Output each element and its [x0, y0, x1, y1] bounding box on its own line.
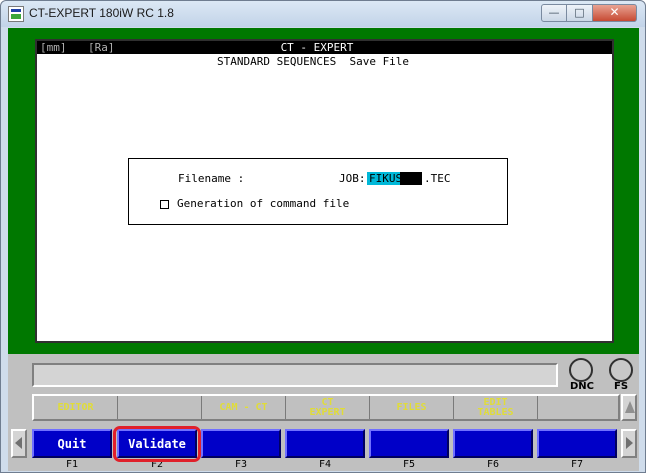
f3-key-label: F3: [234, 459, 248, 470]
softkey-ct-expert[interactable]: CT EXPERT: [286, 396, 370, 419]
cnc-screen: [mm] [Ra] CT - EXPERT STANDARD SEQUENCES…: [35, 39, 614, 343]
command-file-label: Generation of command file: [177, 197, 350, 210]
save-file-dialog: Filename : JOB: FIKUS .TEC Generation of…: [128, 158, 508, 225]
window-title: CT-EXPERT 180iW RC 1.8: [29, 6, 174, 20]
softkey-cam-ct[interactable]: CAM - CT: [202, 396, 286, 419]
command-file-checkbox[interactable]: [160, 200, 169, 209]
fs-indicator-icon: [609, 358, 633, 382]
maximize-button[interactable]: □: [567, 4, 593, 22]
app-icon: [8, 6, 24, 22]
minimize-button[interactable]: —: [541, 4, 567, 22]
close-button[interactable]: ✕: [593, 4, 637, 22]
app-window: CT-EXPERT 180iW RC 1.8 — □ ✕ [mm] [Ra] C…: [0, 0, 646, 473]
filename-extension: .TEC: [424, 172, 451, 185]
message-bar: [32, 363, 558, 387]
softkey-editor[interactable]: EDITOR: [34, 396, 118, 419]
f6-key-label: F6: [486, 459, 500, 470]
f3-button[interactable]: [201, 429, 281, 458]
softkey-empty-7[interactable]: [538, 396, 618, 419]
f7-key-label: F7: [570, 459, 584, 470]
fs-label: FS: [614, 381, 629, 392]
filename-value: FIKUS: [367, 172, 403, 185]
unit-mm-label: [mm]: [40, 41, 67, 54]
text-cursor: [406, 173, 420, 184]
title-bar[interactable]: CT-EXPERT 180iW RC 1.8 — □ ✕: [1, 1, 645, 27]
screen-frame: [mm] [Ra] CT - EXPERT STANDARD SEQUENCES…: [8, 28, 639, 354]
f7-button[interactable]: [537, 429, 617, 458]
arrow-up-icon[interactable]: [621, 394, 637, 421]
softkey-row: EDITOR CAM - CT CT EXPERT FILES EDIT TABLE…: [32, 394, 620, 421]
app-name-label: CT - EXPERT: [280, 41, 354, 54]
filename-input[interactable]: FIKUS: [367, 172, 422, 185]
f5-key-label: F5: [402, 459, 416, 470]
softkey-files[interactable]: FILES: [370, 396, 454, 419]
f4-key-label: F4: [318, 459, 332, 470]
client-area: [mm] [Ra] CT - EXPERT STANDARD SEQUENCES…: [8, 28, 639, 471]
f5-button[interactable]: [369, 429, 449, 458]
f1-key-label: F1: [65, 459, 79, 470]
f6-button[interactable]: [453, 429, 533, 458]
unit-ra-label: [Ra]: [88, 41, 115, 54]
softkey-edit-tables[interactable]: EDIT TABLES: [454, 396, 538, 419]
filename-prefix: JOB:: [339, 172, 366, 185]
softkey-empty-2[interactable]: [118, 396, 202, 419]
validate-highlight-annotation: [113, 426, 201, 462]
f1-quit-button[interactable]: Quit: [32, 429, 112, 458]
dnc-label: DNC: [570, 381, 595, 392]
filename-label: Filename :: [178, 172, 245, 185]
dnc-indicator-icon: [569, 358, 593, 382]
screen-header: [mm] [Ra] CT - EXPERT: [37, 41, 612, 54]
screen-subtitle: STANDARD SEQUENCES Save File: [217, 55, 410, 68]
arrow-left-icon[interactable]: [11, 429, 27, 458]
f4-button[interactable]: [285, 429, 365, 458]
arrow-right-icon[interactable]: [621, 429, 637, 458]
